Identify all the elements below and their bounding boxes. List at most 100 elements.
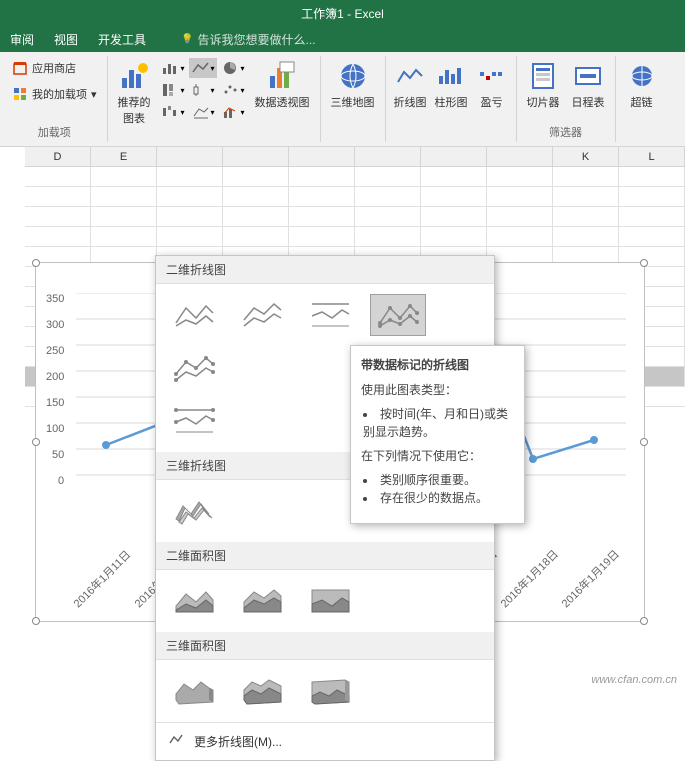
title-bar: 工作簿1 - Excel bbox=[0, 0, 685, 26]
col-header[interactable]: E bbox=[91, 147, 157, 166]
slicer-icon bbox=[527, 60, 559, 92]
ribbon: 应用商店 我的加载项 ▾ 加载项 推荐的 图表 ▾ ▾ ▾ bbox=[0, 52, 685, 147]
tab-developer[interactable]: 开发工具 bbox=[98, 31, 146, 48]
column-headers: D E K L bbox=[25, 147, 685, 167]
more-line-charts-link[interactable]: 更多折线图(M)... bbox=[156, 722, 494, 760]
pie-chart-button[interactable]: ▾ bbox=[219, 58, 247, 78]
3d-stacked-area-option[interactable] bbox=[234, 670, 290, 712]
tooltip-text: 使用此图表类型： bbox=[361, 381, 514, 399]
col-header[interactable] bbox=[487, 147, 553, 166]
col-header[interactable] bbox=[157, 147, 223, 166]
line-chart-small-icon bbox=[168, 733, 186, 750]
slicer-button[interactable]: 切片器 bbox=[523, 58, 564, 112]
chevron-down-icon: ▾ bbox=[211, 64, 215, 73]
chevron-down-icon: ▾ bbox=[241, 108, 245, 117]
resize-handle[interactable] bbox=[32, 259, 40, 267]
chevron-down-icon: ▾ bbox=[181, 108, 185, 117]
chevron-down-icon: ▾ bbox=[211, 86, 215, 95]
sparkline-column-button[interactable]: 柱形图 bbox=[433, 58, 470, 112]
recommended-charts-button[interactable]: 推荐的 图表 bbox=[114, 58, 155, 128]
col-header[interactable] bbox=[355, 147, 421, 166]
stacked-area-option[interactable] bbox=[234, 580, 290, 622]
sparkline-line-button[interactable]: 折线图 bbox=[392, 58, 429, 112]
timeline-button[interactable]: 日程表 bbox=[568, 58, 609, 112]
tooltip-text: 在下列情况下使用它： bbox=[361, 447, 514, 465]
group-links: 超链 bbox=[616, 56, 668, 142]
y-tick: 350 bbox=[46, 293, 64, 305]
area-option[interactable] bbox=[166, 580, 222, 622]
y-tick: 250 bbox=[46, 345, 64, 357]
y-tick: 300 bbox=[46, 319, 64, 331]
y-tick: 150 bbox=[46, 397, 64, 409]
stacked-line-markers-option[interactable] bbox=[166, 348, 222, 390]
100-stacked-line-markers-option[interactable] bbox=[166, 400, 222, 442]
col-header[interactable]: L bbox=[619, 147, 685, 166]
resize-handle[interactable] bbox=[640, 259, 648, 267]
ribbon-tabs: 审阅 视图 开发工具 告诉我您想要做什么... bbox=[0, 26, 685, 52]
resize-handle[interactable] bbox=[640, 617, 648, 625]
col-header[interactable] bbox=[223, 147, 289, 166]
column-chart-button[interactable]: ▾ bbox=[159, 58, 187, 78]
stacked-line-option[interactable] bbox=[234, 294, 290, 336]
tab-view[interactable]: 视图 bbox=[54, 31, 78, 48]
globe-icon bbox=[337, 60, 369, 92]
hierarchy-chart-button[interactable]: ▾ bbox=[159, 80, 187, 100]
combo-chart-button[interactable]: ▾ bbox=[219, 102, 247, 122]
section-3d-area: 三维面积图 bbox=[156, 632, 494, 660]
chevron-down-icon: ▾ bbox=[211, 108, 215, 117]
worksheet-area[interactable]: D E K L 350 300 bbox=[0, 147, 685, 692]
sparkline-winloss-icon bbox=[476, 60, 508, 92]
recommended-charts-icon bbox=[118, 60, 150, 92]
hyperlink-icon bbox=[626, 60, 658, 92]
3d-line-option[interactable] bbox=[166, 490, 222, 532]
section-2d-line: 二维折线图 bbox=[156, 256, 494, 284]
3d-area-option[interactable] bbox=[166, 670, 222, 712]
sparkline-column-icon bbox=[435, 60, 467, 92]
y-tick: 50 bbox=[52, 449, 64, 461]
col-header[interactable]: K bbox=[553, 147, 619, 166]
group-addins: 应用商店 我的加载项 ▾ 加载项 bbox=[2, 56, 108, 142]
tooltip-bullet: 存在很少的数据点。 bbox=[363, 489, 514, 507]
store-icon bbox=[12, 60, 28, 76]
pivot-chart-icon bbox=[266, 60, 298, 92]
chevron-down-icon: ▾ bbox=[181, 64, 185, 73]
line-markers-option[interactable] bbox=[370, 294, 426, 336]
statistic-chart-button[interactable]: ▾ bbox=[189, 80, 217, 100]
col-header[interactable] bbox=[289, 147, 355, 166]
group-label-filter: 筛选器 bbox=[549, 124, 582, 142]
group-tours: 三维地图 bbox=[321, 56, 386, 142]
col-header[interactable] bbox=[421, 147, 487, 166]
100-stacked-area-option[interactable] bbox=[302, 580, 358, 622]
timeline-icon bbox=[572, 60, 604, 92]
3d-map-button[interactable]: 三维地图 bbox=[327, 58, 379, 112]
100-stacked-line-option[interactable] bbox=[302, 294, 358, 336]
tab-review[interactable]: 审阅 bbox=[10, 31, 34, 48]
addins-icon bbox=[12, 86, 28, 102]
col-header[interactable]: D bbox=[25, 147, 91, 166]
resize-handle[interactable] bbox=[32, 438, 40, 446]
waterfall-chart-button[interactable]: ▾ bbox=[159, 102, 187, 122]
pivot-chart-button[interactable]: 数据透视图 bbox=[251, 58, 314, 112]
line-chart-option[interactable] bbox=[166, 294, 222, 336]
group-charts: 推荐的 图表 ▾ ▾ ▾ ▾ ▾ ▾ ▾ ▾ ▾ bbox=[108, 56, 321, 142]
surface-chart-button[interactable]: ▾ bbox=[189, 102, 217, 122]
workbook-title: 工作簿1 - Excel bbox=[301, 5, 384, 22]
scatter-chart-button[interactable]: ▾ bbox=[219, 80, 247, 100]
3d-100-stacked-area-option[interactable] bbox=[302, 670, 358, 712]
sparkline-line-icon bbox=[394, 60, 426, 92]
store-button[interactable]: 应用商店 bbox=[8, 58, 80, 78]
my-addins-button[interactable]: 我的加载项 ▾ bbox=[8, 84, 101, 104]
y-tick: 0 bbox=[58, 475, 64, 487]
group-filters: 切片器 日程表 筛选器 bbox=[517, 56, 616, 142]
resize-handle[interactable] bbox=[640, 438, 648, 446]
resize-handle[interactable] bbox=[32, 617, 40, 625]
group-label-addins: 加载项 bbox=[38, 124, 71, 142]
sparkline-winloss-button[interactable]: 盈亏 bbox=[474, 58, 510, 112]
tooltip-bullet: 类别顺序很重要。 bbox=[363, 471, 514, 489]
line-chart-button[interactable]: ▾ bbox=[189, 58, 217, 78]
chevron-down-icon: ▾ bbox=[91, 88, 97, 101]
hyperlink-button[interactable]: 超链 bbox=[622, 58, 662, 112]
tooltip-bullet: 按时间(年、月和日)或类别显示趋势。 bbox=[363, 405, 514, 441]
tell-me-input[interactable]: 告诉我您想要做什么... bbox=[181, 31, 315, 48]
group-sparklines: 折线图 柱形图 盈亏 bbox=[386, 56, 517, 142]
